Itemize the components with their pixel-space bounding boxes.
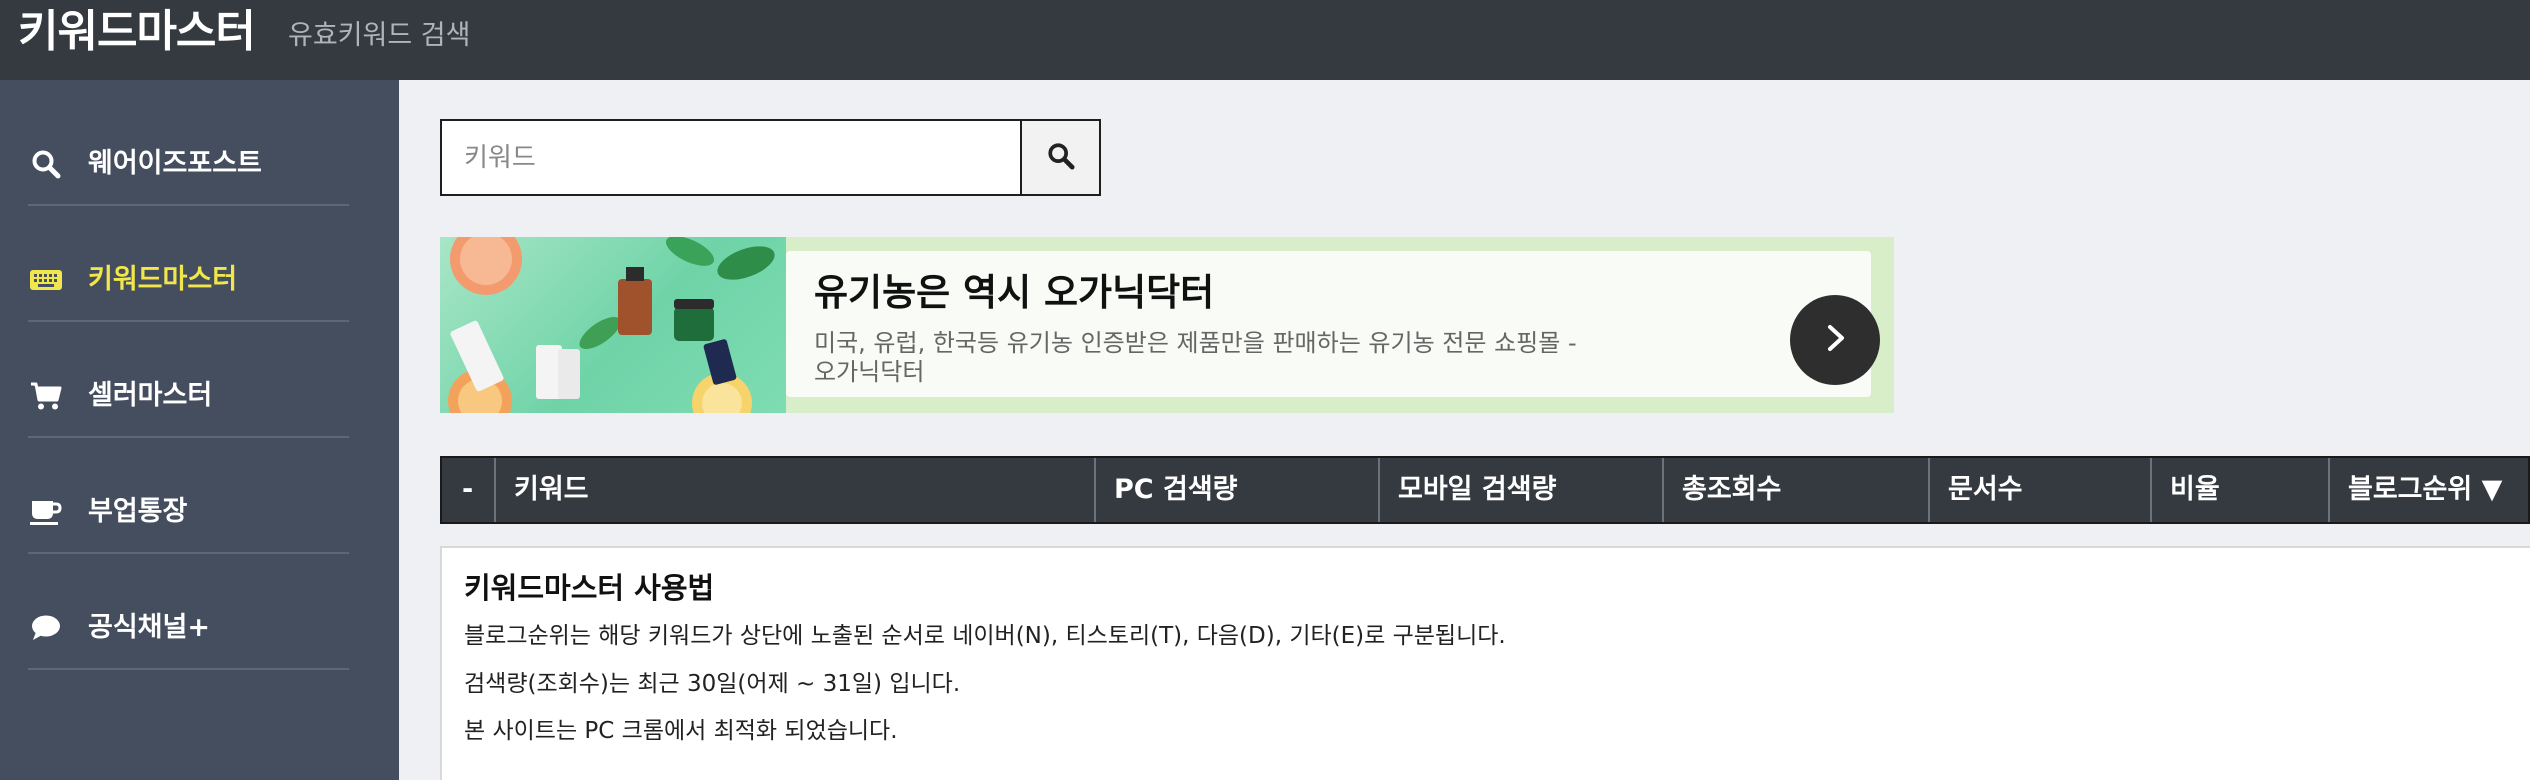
usage-info-panel: 키워드마스터 사용법 블로그순위는 해당 키워드가 상단에 노출된 순서로 네이… — [440, 546, 2530, 780]
usage-line: 검색량(조회수)는 최근 30일(어제 ~ 31일) 입니다. — [464, 671, 961, 697]
column-header-index[interactable]: - — [442, 458, 496, 522]
column-header-document-count[interactable]: 문서수 — [1930, 458, 2152, 522]
column-header-keyword[interactable]: 키워드 — [496, 458, 1096, 522]
search-button[interactable] — [1020, 121, 1099, 194]
search-bar — [440, 119, 1101, 196]
sidebar-divider — [28, 320, 349, 322]
column-header-blog-rank[interactable]: 블로그순위 ▼ — [2330, 458, 2528, 522]
sidebar: 웨어이즈포스트 키워드마스터 셀러마스터 부업통장 공식채널+ — [0, 80, 399, 780]
usage-title: 키워드마스터 사용법 — [464, 571, 715, 605]
sidebar-divider — [28, 436, 349, 438]
column-header-ratio[interactable]: 비율 — [2152, 458, 2330, 522]
column-header-mobile-volume[interactable]: 모바일 검색량 — [1380, 458, 1664, 522]
ad-next-button[interactable] — [1790, 295, 1880, 385]
ad-product-image — [440, 237, 786, 413]
brand-logo[interactable]: 키워드마스터 — [18, 4, 256, 60]
keyword-search-input[interactable] — [442, 121, 1020, 194]
ad-card[interactable]: 유기농은 역시 오가닉닥터 미국, 유럽, 한국등 유기농 인증받은 제품만을 … — [786, 237, 1894, 413]
header-subtitle: 유효키워드 검색 — [288, 20, 471, 51]
sidebar-divider — [28, 204, 349, 206]
column-header-pc-volume[interactable]: PC 검색량 — [1096, 458, 1380, 522]
sidebar-divider — [28, 552, 349, 554]
ad-content: 유기농은 역시 오가닉닥터 미국, 유럽, 한국등 유기농 인증받은 제품만을 … — [786, 251, 1880, 397]
ad-description: 미국, 유럽, 한국등 유기농 인증받은 제품만을 판매하는 유기농 전문 쇼핑… — [814, 329, 1577, 386]
keyword-table-header: - 키워드 PC 검색량 모바일 검색량 총조회수 문서수 비율 블로그순위 ▼ — [440, 456, 2530, 524]
usage-line: 본 사이트는 PC 크롬에서 최적화 되었습니다. — [464, 718, 898, 744]
usage-line: 블로그순위는 해당 키워드가 상단에 노출된 순서로 네이버(N), 티스토리(… — [464, 623, 1506, 649]
ad-banner[interactable]: 유기농은 역시 오가닉닥터 미국, 유럽, 한국등 유기농 인증받은 제품만을 … — [440, 237, 1894, 413]
sidebar-divider — [28, 668, 349, 670]
column-header-total-views[interactable]: 총조회수 — [1664, 458, 1930, 522]
top-header: 키워드마스터 유효키워드 검색 — [0, 0, 2530, 80]
chevron-right-icon — [1818, 321, 1852, 359]
ad-title[interactable]: 유기농은 역시 오가닉닥터 — [814, 265, 1214, 321]
search-icon — [1047, 142, 1075, 174]
